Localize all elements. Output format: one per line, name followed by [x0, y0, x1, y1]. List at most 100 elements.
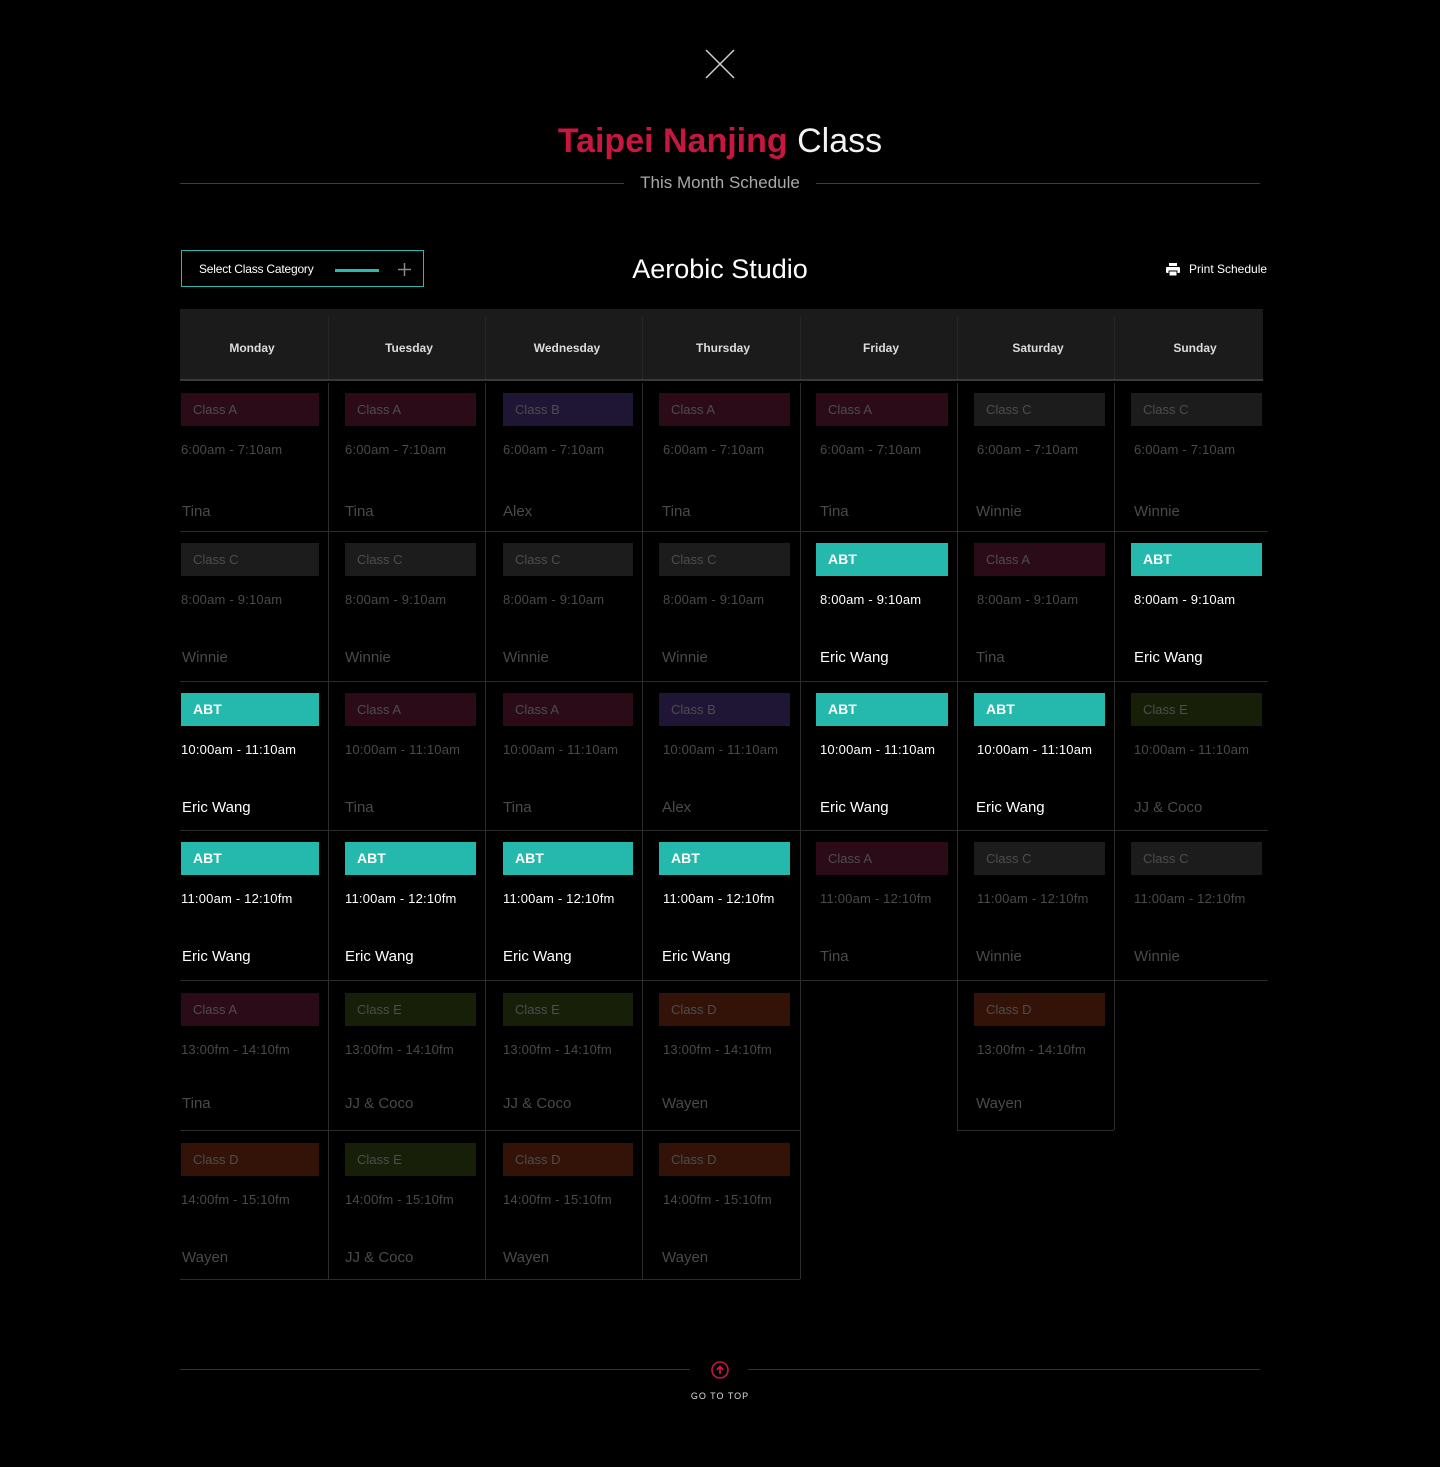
class-slot[interactable]: Class B 6:00am - 7:10am Alex [503, 393, 633, 523]
divider [748, 1369, 1260, 1370]
row-divider [642, 531, 800, 532]
class-slot[interactable]: Class D 14:00fm - 15:10fm Wayen [659, 1143, 790, 1273]
class-teacher: Winnie [1134, 503, 1180, 520]
class-slot[interactable]: ABT 10:00am - 11:10am Eric Wang [816, 693, 948, 823]
day-header-saturday: Saturday [1012, 341, 1064, 355]
class-time: 10:00am - 11:10am [181, 742, 297, 757]
class-slot[interactable]: Class C 11:00am - 12:10fm Winnie [974, 842, 1105, 972]
class-slot[interactable]: Class C 11:00am - 12:10fm Winnie [1131, 842, 1262, 972]
day-header-friday: Friday [862, 341, 899, 355]
column-divider [485, 317, 486, 379]
class-slot[interactable]: Class A 10:00am - 11:10am Tina [345, 693, 476, 823]
class-teacher: Wayen [503, 1249, 550, 1266]
class-slot[interactable]: Class D 14:00fm - 15:10fm Wayen [181, 1143, 319, 1273]
class-slot[interactable]: Class C 8:00am - 9:10am Winnie [659, 543, 790, 673]
class-slot[interactable]: Class A 6:00am - 7:10am Tina [181, 393, 319, 523]
row-divider [642, 1279, 800, 1280]
class-tag: Class E [345, 1143, 476, 1176]
class-teacher: Eric Wang [182, 799, 251, 816]
class-slot[interactable]: Class E 13:00fm - 14:10fm JJ & Coco [345, 993, 476, 1123]
row-divider [180, 830, 328, 831]
class-tag: Class C [1131, 393, 1262, 426]
class-tag: ABT [345, 842, 476, 875]
class-teacher: Tina [662, 503, 691, 520]
class-slot[interactable]: ABT 11:00am - 12:10fm Eric Wang [345, 842, 476, 972]
class-teacher: Eric Wang [503, 948, 572, 965]
row-divider [957, 980, 1114, 981]
class-slot[interactable]: Class A 13:00fm - 14:10fm Tina [181, 993, 319, 1123]
class-slot[interactable]: ABT 10:00am - 11:10am Eric Wang [181, 693, 319, 823]
row-divider [957, 681, 1114, 682]
class-slot[interactable]: Class E 10:00am - 11:10am JJ & Coco [1131, 693, 1262, 823]
class-tag: ABT [974, 693, 1105, 726]
class-time: 10:00am - 11:10am [820, 742, 936, 757]
class-slot[interactable]: Class C 6:00am - 7:10am Winnie [974, 393, 1105, 523]
class-tag: Class D [659, 993, 790, 1026]
class-tag: Class E [503, 993, 633, 1026]
class-slot[interactable]: Class C 8:00am - 9:10am Winnie [345, 543, 476, 673]
class-slot[interactable]: Class A 10:00am - 11:10am Tina [503, 693, 633, 823]
column-divider [328, 383, 329, 1279]
class-teacher: JJ & Coco [345, 1249, 414, 1266]
class-slot[interactable]: Class A 11:00am - 12:10fm Tina [816, 842, 948, 972]
go-to-top-button[interactable]: GO TO TOP [680, 1360, 760, 1401]
row-divider [180, 531, 328, 532]
class-slot[interactable]: ABT 11:00am - 12:10fm Eric Wang [503, 842, 633, 972]
class-slot[interactable]: Class A 6:00am - 7:10am Tina [659, 393, 790, 523]
row-divider [328, 830, 485, 831]
class-slot[interactable]: Class D 13:00fm - 14:10fm Wayen [974, 993, 1105, 1123]
class-time: 8:00am - 9:10am [181, 592, 283, 607]
class-slot[interactable]: Class E 14:00fm - 15:10fm JJ & Coco [345, 1143, 476, 1273]
row-divider [800, 681, 957, 682]
divider [180, 1369, 690, 1370]
page-subtitle: This Month Schedule [0, 172, 1440, 194]
class-tag: Class A [503, 693, 633, 726]
column-divider [957, 317, 958, 379]
class-time: 6:00am - 7:10am [977, 442, 1079, 457]
class-time: 11:00am - 12:10fm [181, 891, 293, 906]
class-teacher: Tina [503, 799, 532, 816]
class-slot[interactable]: Class C 6:00am - 7:10am Winnie [1131, 393, 1262, 523]
class-slot[interactable]: Class D 13:00fm - 14:10fm Wayen [659, 993, 790, 1123]
class-teacher: Wayen [976, 1095, 1023, 1112]
subtitle-text: This Month Schedule [624, 173, 816, 192]
class-time: 13:00fm - 14:10fm [663, 1042, 772, 1057]
class-slot[interactable]: ABT 10:00am - 11:10am Eric Wang [974, 693, 1105, 823]
class-slot[interactable]: ABT 11:00am - 12:10fm Eric Wang [181, 842, 319, 972]
class-time: 14:00fm - 15:10fm [181, 1192, 290, 1207]
class-teacher: Alex [503, 503, 533, 520]
class-tag: ABT [1131, 543, 1262, 576]
class-slot[interactable]: Class A 8:00am - 9:10am Tina [974, 543, 1105, 673]
class-teacher: Tina [182, 1095, 211, 1112]
class-slot[interactable]: ABT 8:00am - 9:10am Eric Wang [1131, 543, 1262, 673]
row-divider [485, 1279, 642, 1280]
row-divider [328, 531, 485, 532]
row-divider [1114, 980, 1268, 981]
class-teacher: Tina [345, 799, 374, 816]
class-time: 10:00am - 11:10am [663, 742, 779, 757]
row-divider [800, 531, 957, 532]
class-time: 6:00am - 7:10am [663, 442, 765, 457]
row-divider [957, 830, 1114, 831]
class-time: 13:00fm - 14:10fm [181, 1042, 290, 1057]
class-slot[interactable]: Class C 8:00am - 9:10am Winnie [181, 543, 319, 673]
row-divider [180, 1279, 328, 1280]
class-slot[interactable]: Class D 14:00fm - 15:10fm Wayen [503, 1143, 633, 1273]
class-teacher: Winnie [662, 649, 708, 666]
class-slot[interactable]: ABT 8:00am - 9:10am Eric Wang [816, 543, 948, 673]
row-divider [485, 830, 642, 831]
close-icon[interactable] [704, 48, 736, 80]
class-slot[interactable]: Class A 6:00am - 7:10am Tina [345, 393, 476, 523]
class-tag: Class B [503, 393, 633, 426]
class-slot[interactable]: ABT 11:00am - 12:10fm Eric Wang [659, 842, 790, 972]
class-tag: Class A [974, 543, 1105, 576]
class-tag: Class D [974, 993, 1105, 1026]
row-divider [1114, 830, 1268, 831]
class-time: 10:00am - 11:10am [503, 742, 619, 757]
class-slot[interactable]: Class B 10:00am - 11:10am Alex [659, 693, 790, 823]
class-teacher: Eric Wang [182, 948, 251, 965]
class-slot[interactable]: Class C 8:00am - 9:10am Winnie [503, 543, 633, 673]
class-slot[interactable]: Class A 6:00am - 7:10am Tina [816, 393, 948, 523]
print-schedule-button[interactable]: Print Schedule [1166, 262, 1267, 276]
class-slot[interactable]: Class E 13:00fm - 14:10fm JJ & Coco [503, 993, 633, 1123]
